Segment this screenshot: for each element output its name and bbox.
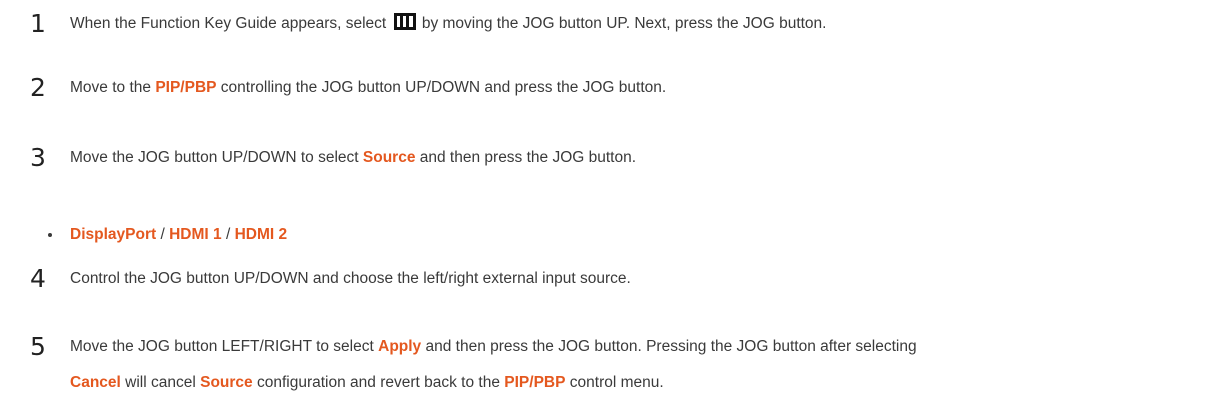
step-number: 4	[30, 264, 46, 293]
keyword-pip-pbp: PIP/PBP	[504, 374, 566, 391]
step-number: 2	[30, 73, 46, 102]
source-hdmi-2: HDMI 2	[234, 226, 288, 243]
step-text-line-2: Cancel will cancel Source configuration …	[70, 374, 664, 391]
source-displayport: DisplayPort	[70, 226, 157, 243]
keyword-source: Source	[200, 374, 253, 391]
step-number: 3	[30, 143, 46, 172]
step-text: Move the JOG button UP/DOWN to select So…	[70, 149, 637, 166]
step-text: Move to the PIP/PBP controlling the JOG …	[70, 79, 667, 96]
keyword-source: Source	[362, 149, 416, 166]
separator: /	[225, 226, 231, 243]
page: { "steps": [ { "number": "1", "text_a": …	[0, 0, 1227, 411]
separator: /	[160, 226, 165, 243]
step-text: When the Function Key Guide appears, sel…	[70, 13, 827, 32]
keyword-pip-pbp: PIP/PBP	[155, 79, 217, 96]
step-text: Control the JOG button UP/DOWN and choos…	[70, 270, 631, 287]
keyword-apply: Apply	[378, 338, 422, 355]
keyword-cancel: Cancel	[70, 374, 121, 391]
source-hdmi-1: HDMI 1	[169, 226, 222, 243]
step-text-line-1: Move the JOG button LEFT/RIGHT to select…	[70, 338, 917, 355]
source-list: DisplayPort / HDMI 1 / HDMI 2	[70, 220, 287, 250]
bullet-icon	[48, 233, 52, 237]
step-number: 5	[30, 332, 46, 361]
step-number: 1	[30, 9, 46, 38]
menu-icon	[393, 13, 416, 30]
